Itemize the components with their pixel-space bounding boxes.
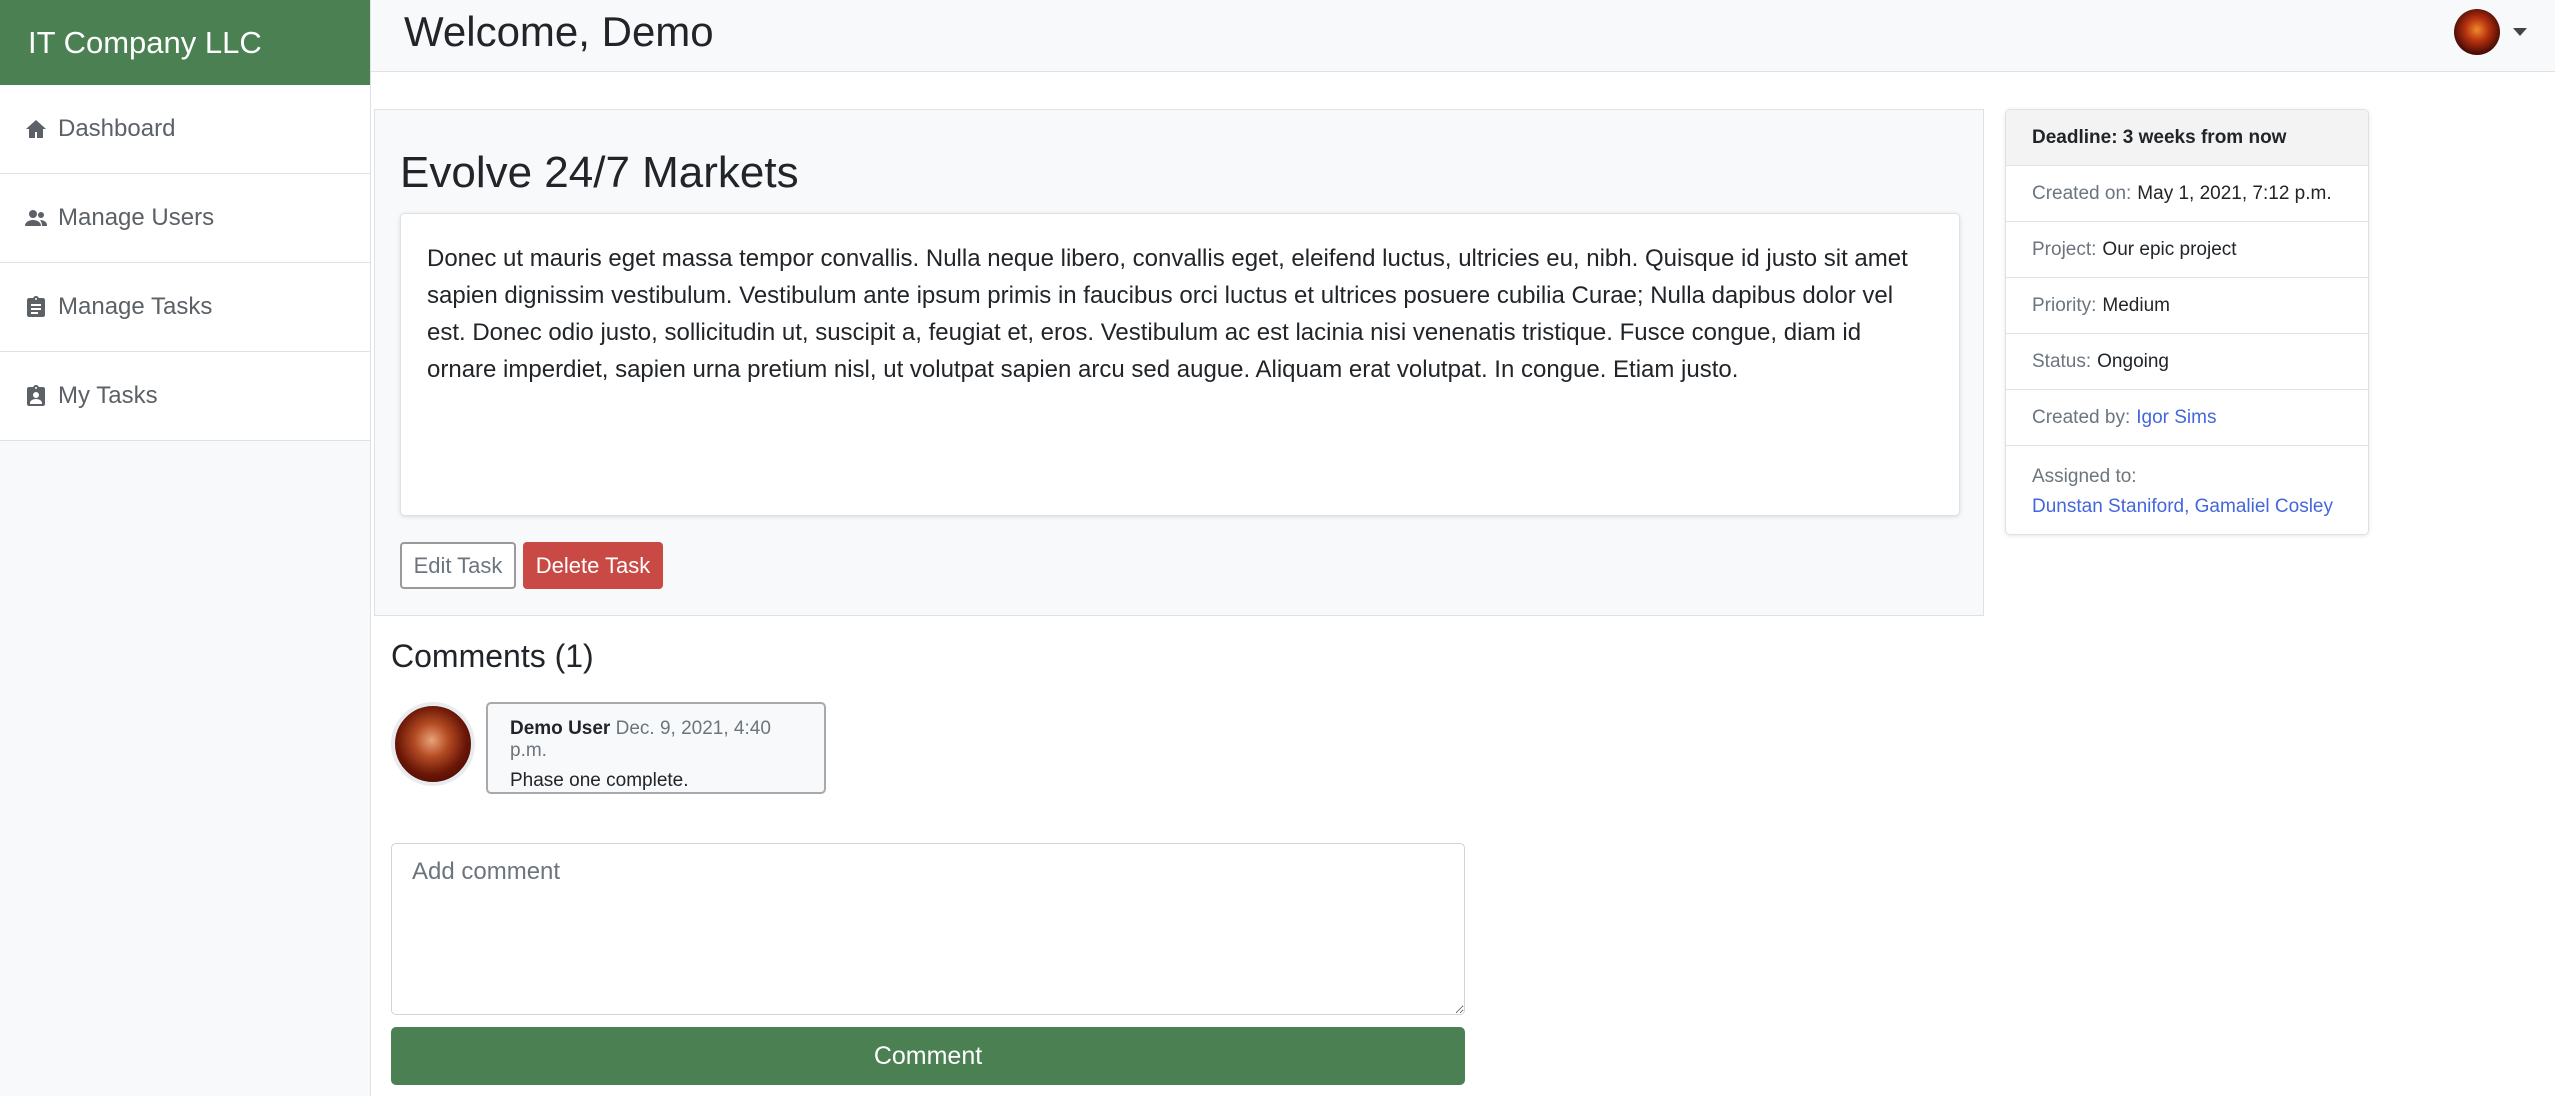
- created-by-label: Created by:: [2032, 406, 2131, 428]
- page-title: Welcome, Demo: [404, 8, 714, 55]
- priority-label: Priority:: [2032, 294, 2097, 316]
- task-info-card: Deadline: 3 weeks from now Created on: M…: [2005, 109, 2369, 535]
- task-description: Donec ut mauris eget massa tempor conval…: [400, 213, 1960, 516]
- avatar: [391, 702, 475, 786]
- project-value: Our epic project: [2102, 238, 2237, 260]
- assignee-separator: ,: [2184, 496, 2195, 517]
- project-label: Project:: [2032, 238, 2097, 260]
- status-label: Status:: [2032, 350, 2092, 372]
- task-panel: Evolve 24/7 Markets Donec ut mauris eget…: [374, 109, 1984, 616]
- status-value: Ongoing: [2097, 350, 2169, 372]
- status-row: Status: Ongoing: [2006, 334, 2368, 390]
- created-on-row: Created on: May 1, 2021, 7:12 p.m.: [2006, 166, 2368, 222]
- deadline: Deadline: 3 weeks from now: [2006, 110, 2368, 166]
- sidebar-item-manage-tasks[interactable]: Manage Tasks: [0, 263, 370, 352]
- comments-title: Comments (1): [391, 638, 594, 674]
- priority-value: Medium: [2102, 294, 2170, 316]
- clipboard-icon: [27, 296, 45, 317]
- top-bar: Welcome, Demo: [371, 0, 2555, 72]
- delete-task-button[interactable]: Delete Task: [523, 542, 663, 589]
- task-title: Evolve 24/7 Markets: [400, 148, 799, 197]
- assigned-to-row: Assigned to: Dunstan Staniford, Gamaliel…: [2006, 446, 2368, 522]
- created-on-label: Created on:: [2032, 182, 2132, 204]
- created-by-row: Created by: Igor Sims: [2006, 390, 2368, 446]
- sidebar-item-manage-users[interactable]: Manage Users: [0, 174, 370, 263]
- assigned-to-label: Assigned to:: [2032, 466, 2137, 487]
- clipboard-user-icon: [27, 385, 45, 406]
- brand-title[interactable]: IT Company LLC: [0, 0, 370, 85]
- sidebar-item-label: Manage Tasks: [58, 293, 213, 320]
- assignee-link[interactable]: Dunstan Staniford: [2032, 496, 2184, 517]
- priority-row: Priority: Medium: [2006, 278, 2368, 334]
- sidebar-item-my-tasks[interactable]: My Tasks: [0, 352, 370, 441]
- sidebar-item-dashboard[interactable]: Dashboard: [0, 85, 370, 174]
- created-by-link[interactable]: Igor Sims: [2136, 407, 2216, 429]
- home-icon: [26, 120, 46, 138]
- sidebar-item-label: Dashboard: [58, 115, 176, 142]
- created-on-value: May 1, 2021, 7:12 p.m.: [2137, 182, 2332, 204]
- add-comment-input[interactable]: [391, 843, 1465, 1015]
- comment-author: Demo User: [510, 718, 611, 739]
- comment-submit-button[interactable]: Comment: [391, 1027, 1465, 1085]
- chevron-down-icon[interactable]: [2513, 28, 2527, 36]
- sidebar-item-label: My Tasks: [58, 382, 158, 409]
- comment-item: Demo User Dec. 9, 2021, 4:40 p.m. Phase …: [486, 702, 826, 794]
- user-avatar[interactable]: [2454, 9, 2500, 55]
- sidebar: IT Company LLC Dashboard Manage Users Ma…: [0, 0, 371, 1096]
- assignee-link[interactable]: Gamaliel Cosley: [2195, 496, 2333, 517]
- edit-task-button[interactable]: Edit Task: [400, 542, 516, 589]
- users-icon: [25, 210, 47, 226]
- sidebar-item-label: Manage Users: [58, 204, 215, 231]
- comment-text: Phase one complete.: [510, 770, 689, 791]
- project-row: Project: Our epic project: [2006, 222, 2368, 278]
